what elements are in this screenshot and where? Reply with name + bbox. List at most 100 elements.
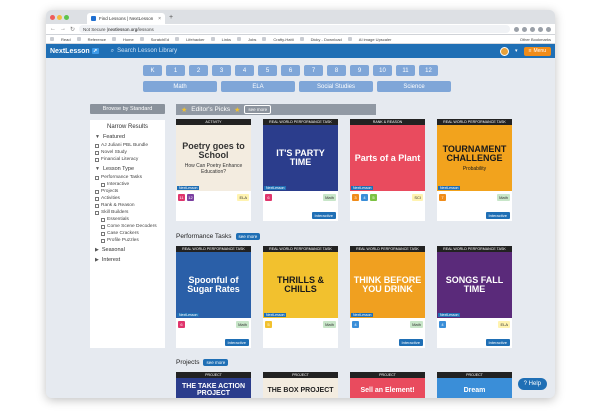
lesson-type-option[interactable]: Profile Puzzles <box>95 238 160 243</box>
checkbox[interactable] <box>95 175 99 180</box>
grade-button[interactable]: 6 <box>281 65 300 76</box>
bookmark-item[interactable]: AI image Upscaler <box>359 37 392 42</box>
grade-button[interactable]: 7 <box>304 65 323 76</box>
minimize-window-icon[interactable] <box>57 14 62 20</box>
lesson-thumbnail[interactable]: Spoonful of Sugar Rates NextLesson <box>176 252 251 318</box>
lesson-type-option[interactable]: Performance Tasks <box>95 175 160 180</box>
other-bookmarks[interactable]: Other Bookmarks <box>520 37 551 42</box>
subject-button[interactable]: Social Studies <box>299 81 373 92</box>
checkbox[interactable] <box>101 231 105 236</box>
subject-button[interactable]: ELA <box>221 81 295 92</box>
browser-tab[interactable]: Find Lessons | NextLesson × <box>87 13 165 24</box>
interest-section-toggle[interactable]: ▶ Interest <box>95 257 160 263</box>
seasonal-section-toggle[interactable]: ▶ Seasonal <box>95 247 160 253</box>
search-input[interactable]: Search Lesson Library <box>117 48 177 54</box>
lesson-card[interactable]: REAL WORLD PERFORMANCE TASK Spoonful of S… <box>176 246 251 348</box>
extension-icon[interactable] <box>514 26 519 32</box>
project-card[interactable]: PROJECT Dream <box>437 372 512 398</box>
extension-icon[interactable] <box>530 26 535 32</box>
browse-by-standard-button[interactable]: Browse by Standard <box>90 104 165 114</box>
lesson-card[interactable]: ACTIVITY Poetry goes to School How Can Poe… <box>176 119 251 221</box>
grade-button[interactable]: 1 <box>166 65 185 76</box>
lesson-thumbnail[interactable]: TOURNAMENT CHALLENGE Probability NextLesso… <box>437 125 512 191</box>
bookmark-item[interactable]: Home <box>123 37 134 42</box>
project-card[interactable]: PROJECT Sell an Element! <box>350 372 425 398</box>
grade-button[interactable]: K <box>143 65 162 76</box>
checkbox[interactable] <box>95 196 99 201</box>
lesson-card[interactable]: REAL WORLD PERFORMANCE TASK THRILLS & CHI… <box>263 246 338 348</box>
lesson-thumbnail[interactable]: Parts of a Plant NextLesson <box>350 125 425 191</box>
checkbox[interactable] <box>95 203 99 208</box>
bookmark-item[interactable]: Crafty-Hatti <box>273 37 293 42</box>
maximize-window-icon[interactable] <box>64 14 69 20</box>
grade-button[interactable]: 5 <box>258 65 277 76</box>
bookmark-item[interactable]: ScratchEd <box>151 37 169 42</box>
avatar[interactable] <box>500 46 510 56</box>
lesson-type-option[interactable]: Essentials <box>95 217 160 222</box>
checkbox[interactable] <box>95 189 99 194</box>
site-logo[interactable]: NextLesson ➚ <box>50 48 99 55</box>
lesson-type-option[interactable]: Skill Builders <box>95 210 160 215</box>
checkbox[interactable] <box>95 210 99 215</box>
lesson-type-option[interactable]: Activities <box>95 196 160 201</box>
bookmark-item[interactable]: Lifehacker <box>186 37 204 42</box>
bookmark-item[interactable]: Jobs <box>248 37 256 42</box>
forward-icon[interactable]: → <box>60 26 66 32</box>
checkbox[interactable] <box>95 157 99 162</box>
url-field[interactable]: Not Secure | nextlesson.org /lessons <box>79 25 510 33</box>
grade-button[interactable]: 10 <box>373 65 392 76</box>
close-window-icon[interactable] <box>50 14 55 20</box>
lesson-thumbnail[interactable]: THRILLS & CHILLS NextLesson <box>263 252 338 318</box>
checkbox[interactable] <box>101 182 105 187</box>
lesson-thumbnail[interactable]: THE TAKE ACTION PROJECT <box>176 378 251 398</box>
lesson-thumbnail[interactable]: IT'S PARTY TIME NextLesson <box>263 125 338 191</box>
lesson-thumbnail[interactable]: THINK BEFORE YOU DRINK NextLesson <box>350 252 425 318</box>
lesson-type-option[interactable]: Interactive <box>95 182 160 187</box>
subject-button[interactable]: Science <box>377 81 451 92</box>
lesson-type-option[interactable]: Projects <box>95 189 160 194</box>
checkbox[interactable] <box>101 224 105 229</box>
lesson-thumbnail[interactable]: THE BOX PROJECT <box>263 378 338 398</box>
reload-icon[interactable]: ↻ <box>70 26 75 33</box>
lesson-thumbnail[interactable]: Poetry goes to School How Can Poetry Enha… <box>176 125 251 191</box>
lesson-card[interactable]: REAL WORLD PERFORMANCE TASK TOURNAMENT CH… <box>437 119 512 221</box>
bookmark-item[interactable]: Dicky - Download <box>311 37 342 42</box>
checkbox[interactable] <box>95 150 99 155</box>
extension-icon[interactable] <box>538 26 543 32</box>
back-icon[interactable]: ← <box>50 26 56 32</box>
grade-button[interactable]: 2 <box>189 65 208 76</box>
lesson-thumbnail[interactable]: Sell an Element! <box>350 378 425 398</box>
help-button[interactable]: ? Help <box>517 378 547 390</box>
menu-button[interactable]: ≡ Menu <box>523 46 551 56</box>
featured-section-toggle[interactable]: ▼ Featured <box>95 134 160 140</box>
checkbox[interactable] <box>101 217 105 222</box>
grade-button[interactable]: 4 <box>235 65 254 76</box>
grade-button[interactable]: 11 <box>396 65 415 76</box>
projects-see-more-button[interactable]: see more <box>203 359 229 366</box>
lesson-type-option[interactable]: Come Scene Decoders <box>95 224 160 229</box>
project-card[interactable]: PROJECT THE TAKE ACTION PROJECT <box>176 372 251 398</box>
grade-button[interactable]: 3 <box>212 65 231 76</box>
lesson-type-option[interactable]: Case Crackers <box>95 231 160 236</box>
grade-button[interactable]: 9 <box>350 65 369 76</box>
lesson-type-option[interactable]: Rank & Reason <box>95 203 160 208</box>
featured-option[interactable]: Novel Study <box>95 150 160 155</box>
featured-option[interactable]: Financial Literacy <box>95 157 160 162</box>
lesson-card[interactable]: REAL WORLD PERFORMANCE TASK SONGS FALL TI… <box>437 246 512 348</box>
lesson-card[interactable]: RANK & REASON Parts of a Plant NextLesson 3… <box>350 119 425 221</box>
subject-button[interactable]: Math <box>143 81 217 92</box>
extension-icon[interactable] <box>522 26 527 32</box>
editors-picks-see-more-button[interactable]: see more <box>244 105 272 114</box>
project-card[interactable]: PROJECT THE BOX PROJECT <box>263 372 338 398</box>
lesson-thumbnail[interactable]: Dream <box>437 378 512 398</box>
chevron-down-icon[interactable]: ▾ <box>515 48 518 54</box>
featured-option[interactable]: AJ Juliani PBL Bundle <box>95 143 160 148</box>
grade-button[interactable]: 12 <box>419 65 438 76</box>
lesson-card[interactable]: REAL WORLD PERFORMANCE TASK IT'S PARTY TI… <box>263 119 338 221</box>
lesson-thumbnail[interactable]: SONGS FALL TIME NextLesson <box>437 252 512 318</box>
search-box[interactable]: ⌕ Search Lesson Library <box>111 48 177 55</box>
close-tab-icon[interactable]: × <box>158 16 161 22</box>
checkbox[interactable] <box>101 238 105 243</box>
bookmark-item[interactable]: Links <box>222 37 231 42</box>
performance-tasks-see-more-button[interactable]: see more <box>235 233 261 240</box>
